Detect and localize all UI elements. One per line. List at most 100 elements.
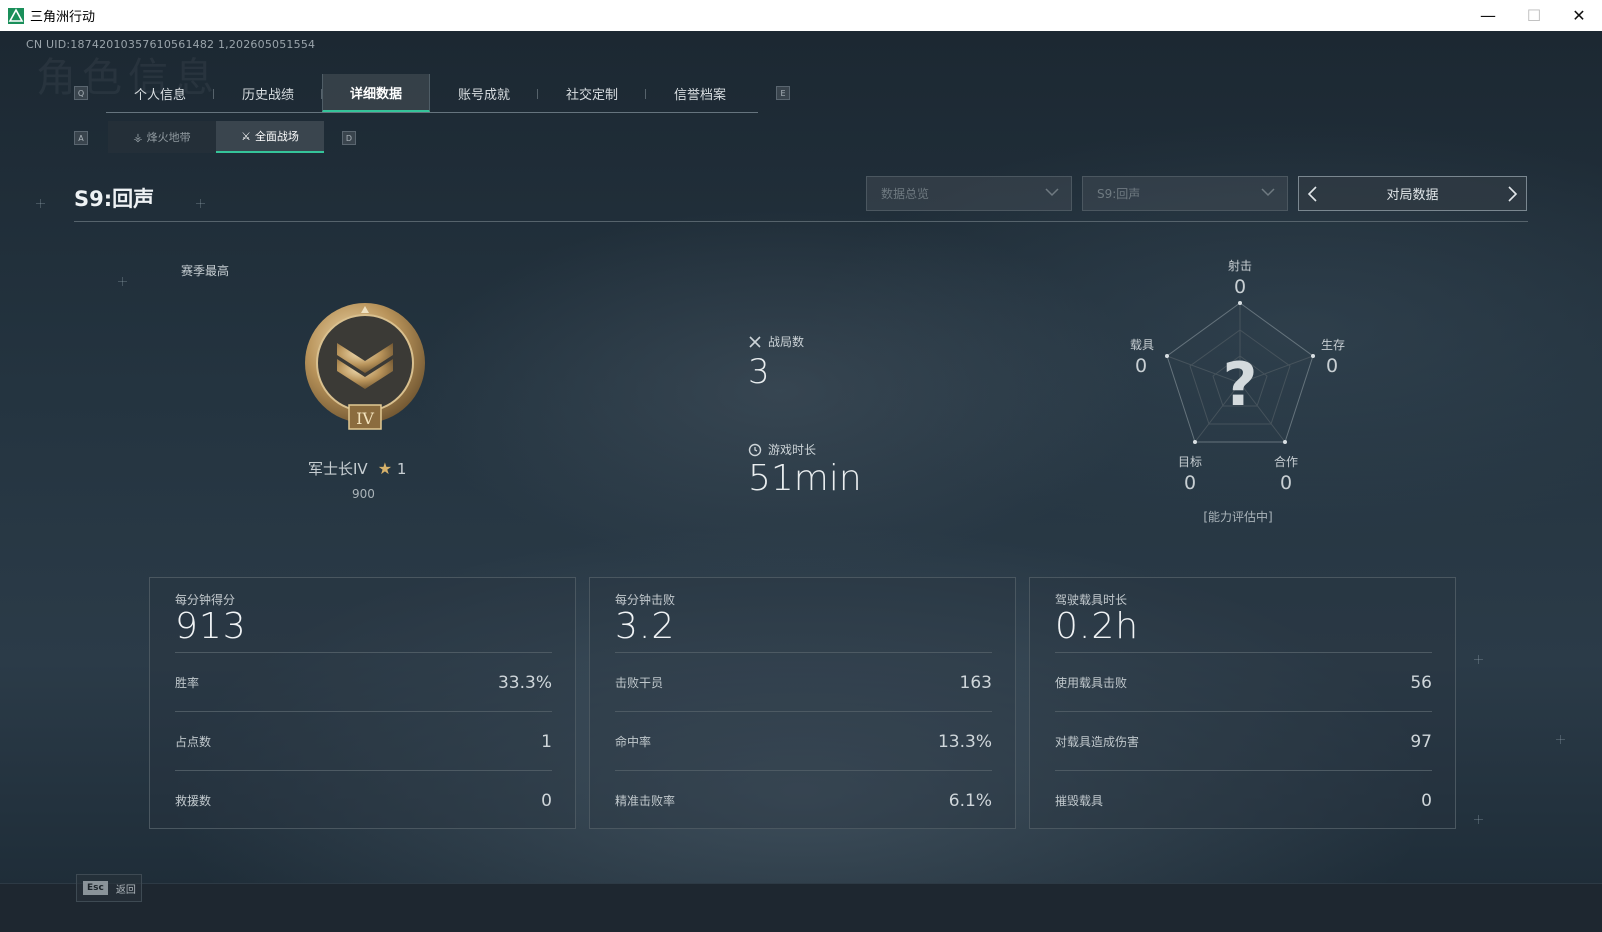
prev-tab-key[interactable]: Q bbox=[74, 86, 88, 100]
row-label: 击败干员 bbox=[615, 676, 664, 690]
subtab-warfare[interactable]: ⚔ 全面战场 bbox=[216, 121, 324, 153]
subtab-label: 烽火地带 bbox=[146, 131, 191, 144]
main-tab-bar: 个人信息 历史战绩 详细数据 账号成就 社交定制 信誉档案 bbox=[106, 74, 758, 113]
next-subtab-key[interactable]: D bbox=[342, 131, 356, 145]
window-titlebar: 三角洲行动 — ☐ ✕ bbox=[0, 0, 1602, 31]
stat-card-score: 每分钟得分 913 胜率 33.3% 占点数 1 救援数 0 bbox=[149, 577, 576, 829]
playtime-label: 游戏时长 bbox=[768, 443, 817, 457]
subtab-label: 全面战场 bbox=[254, 130, 299, 143]
card-row: 占点数 1 bbox=[175, 711, 552, 771]
tab-reputation[interactable]: 信誉档案 bbox=[646, 74, 754, 112]
card-head-value: 3.2 bbox=[615, 606, 676, 647]
close-button[interactable]: ✕ bbox=[1556, 0, 1602, 31]
tab-label: 社交定制 bbox=[565, 87, 618, 103]
app-logo-icon bbox=[8, 7, 24, 24]
back-button[interactable]: Esc 返回 bbox=[76, 874, 142, 902]
chevron-right-icon[interactable] bbox=[1506, 186, 1518, 202]
data-type-dropdown[interactable]: 数据总览 bbox=[866, 176, 1072, 211]
tab-social[interactable]: 社交定制 bbox=[538, 74, 646, 112]
playtime-stat: 游戏时长 51min bbox=[748, 441, 862, 499]
sub-tab-bar: ⚶ 烽火地带 ⚔ 全面战场 bbox=[108, 121, 324, 153]
tab-label: 详细数据 bbox=[349, 86, 402, 102]
hazard-zone-icon: ⚶ bbox=[133, 130, 143, 144]
radar-label-teamwork: 合作 bbox=[1273, 455, 1298, 469]
subtab-hazard-zone[interactable]: ⚶ 烽火地带 bbox=[108, 121, 216, 153]
row-label: 摧毁载具 bbox=[1055, 794, 1104, 808]
crosshair-decoration bbox=[118, 277, 127, 286]
back-label: 返回 bbox=[115, 884, 136, 896]
radar-value-vehicle: 0 bbox=[1134, 355, 1148, 377]
row-value: 97 bbox=[1410, 731, 1432, 752]
tab-label: 个人信息 bbox=[133, 87, 186, 103]
row-value: 0 bbox=[541, 790, 552, 811]
tab-achievements[interactable]: 账号成就 bbox=[430, 74, 538, 112]
crossed-swords-icon bbox=[749, 335, 761, 348]
stat-card-vehicle: 驾驶载具时长 0.2h 使用载具击败 56 对载具造成伤害 97 摧毁载具 0 bbox=[1029, 577, 1456, 829]
maximize-button[interactable]: ☐ bbox=[1511, 0, 1557, 31]
card-row: 救援数 0 bbox=[175, 770, 552, 830]
header-divider bbox=[74, 221, 1528, 222]
radar-status: [能力评估中] bbox=[1203, 510, 1273, 524]
season-best-label: 赛季最高 bbox=[181, 264, 230, 278]
ability-radar-chart: ? bbox=[1165, 301, 1315, 444]
row-label: 命中率 bbox=[615, 735, 652, 749]
card-head-value: 0.2h bbox=[1055, 606, 1140, 647]
next-tab-key[interactable]: E bbox=[776, 86, 790, 100]
tab-label: 信誉档案 bbox=[673, 87, 726, 103]
rank-name-row: 军士长IV ★ 1 bbox=[308, 458, 406, 479]
season-title: S9:回声 bbox=[74, 187, 155, 211]
tab-detailed-data[interactable]: 详细数据 bbox=[322, 74, 430, 112]
radar-label-vehicle: 载具 bbox=[1129, 338, 1154, 352]
tab-label: 账号成就 bbox=[457, 87, 510, 103]
row-label: 使用载具击败 bbox=[1055, 676, 1128, 690]
prev-subtab-key[interactable]: A bbox=[74, 131, 88, 145]
chevron-down-icon bbox=[1261, 188, 1275, 197]
matches-value: 3 bbox=[748, 352, 770, 392]
radar-label-shooting: 射击 bbox=[1227, 259, 1252, 273]
stat-card-kills: 每分钟击败 3.2 击败干员 163 命中率 13.3% 精准击败率 6.1% bbox=[589, 577, 1016, 829]
warfare-icon: ⚔ bbox=[241, 129, 251, 143]
row-value: 13.3% bbox=[937, 731, 992, 752]
crosshair-decoration bbox=[1474, 655, 1483, 664]
radar-value-shooting: 0 bbox=[1233, 276, 1247, 298]
row-label: 救援数 bbox=[175, 794, 212, 808]
star-icon: ★ bbox=[377, 459, 393, 478]
tab-history[interactable]: 历史战绩 bbox=[214, 74, 322, 112]
tab-personal-info[interactable]: 个人信息 bbox=[106, 74, 214, 112]
card-row: 精准击败率 6.1% bbox=[615, 770, 992, 830]
crosshair-decoration bbox=[36, 199, 45, 208]
matches-label: 战局数 bbox=[768, 335, 805, 349]
row-label: 精准击败率 bbox=[615, 794, 676, 808]
crosshair-decoration bbox=[1556, 735, 1565, 744]
radar-value-objective: 0 bbox=[1183, 472, 1197, 494]
chevron-left-icon[interactable] bbox=[1307, 186, 1319, 202]
card-row: 胜率 33.3% bbox=[175, 652, 552, 712]
tab-label: 历史战绩 bbox=[241, 87, 294, 103]
season-dropdown[interactable]: S9:回声 bbox=[1082, 176, 1288, 211]
radar-value-survival: 0 bbox=[1325, 355, 1339, 377]
row-value: 163 bbox=[959, 672, 992, 693]
card-head-value: 913 bbox=[175, 606, 247, 647]
rank-star-group: ★ 1 bbox=[378, 459, 407, 478]
rank-name: 军士长IV bbox=[308, 460, 368, 478]
row-value: 56 bbox=[1410, 672, 1432, 693]
crosshair-decoration bbox=[1474, 815, 1483, 824]
rank-numeral: IV bbox=[356, 409, 374, 428]
clock-icon bbox=[748, 443, 762, 456]
row-value: 0 bbox=[1421, 790, 1432, 811]
radar-label-survival: 生存 bbox=[1320, 338, 1345, 352]
footer-bar bbox=[0, 883, 1602, 932]
rank-badge-icon: IV bbox=[305, 303, 425, 430]
radar-label-objective: 目标 bbox=[1177, 455, 1202, 469]
card-row: 摧毁载具 0 bbox=[1055, 770, 1432, 830]
minimize-button[interactable]: — bbox=[1465, 0, 1511, 31]
playtime-value: 51min bbox=[748, 458, 862, 499]
dropdown-value: 数据总览 bbox=[881, 187, 930, 201]
row-value: 1 bbox=[541, 731, 552, 752]
esc-key-icon: Esc bbox=[83, 881, 108, 895]
row-label: 对载具造成伤害 bbox=[1055, 735, 1140, 749]
row-label: 占点数 bbox=[175, 735, 212, 749]
row-value: 33.3% bbox=[497, 672, 552, 693]
rank-stars: 1 bbox=[396, 460, 407, 478]
card-row: 命中率 13.3% bbox=[615, 711, 992, 771]
